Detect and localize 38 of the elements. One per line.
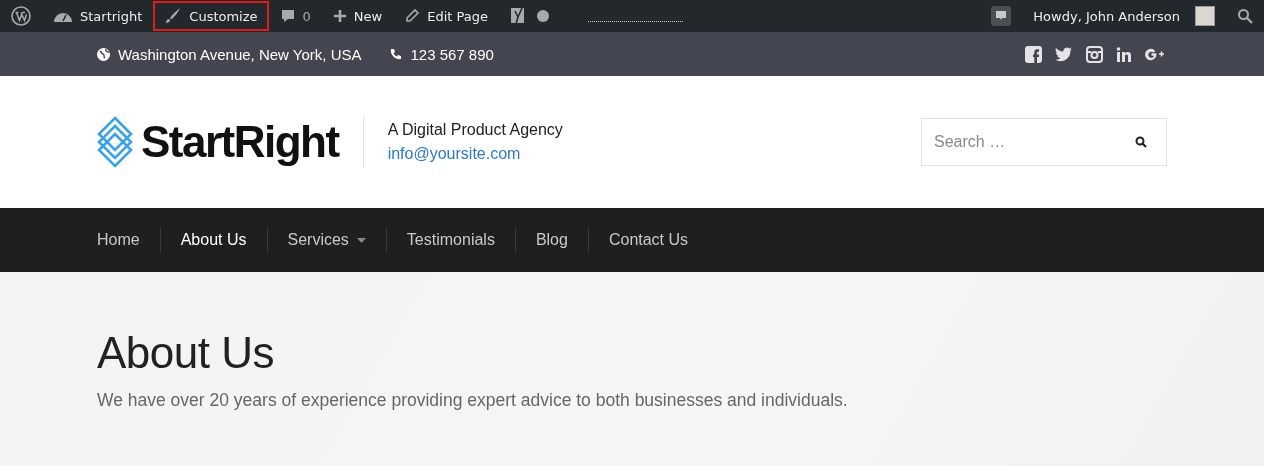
comment-icon	[279, 8, 296, 24]
search-icon[interactable]	[1237, 8, 1253, 24]
caret-icon[interactable]	[356, 237, 366, 243]
nav-link[interactable]: Testimonials	[385, 227, 515, 253]
twitter-bird-icon[interactable]	[1055, 46, 1073, 62]
menu-label[interactable]: Startright	[80, 8, 143, 24]
search-field[interactable]: Search …	[921, 118, 1167, 166]
nav-link[interactable]: Blog	[514, 227, 588, 253]
diamond-logo-icon	[97, 116, 133, 168]
linkedin-icon[interactable]	[1116, 46, 1132, 62]
phone-icon	[389, 47, 403, 61]
phone-number: 123 567 890	[410, 45, 494, 63]
address-text: Washington Avenue, New York, USA	[118, 45, 362, 63]
nav-link[interactable]: Contact Us	[587, 227, 709, 253]
notification-icon[interactable]	[991, 6, 1012, 26]
globe-icon	[97, 47, 110, 61]
customize-link[interactable]: Customize	[153, 1, 269, 31]
google-plus-icon[interactable]	[1145, 46, 1165, 62]
instagram-icon[interactable]	[1086, 45, 1103, 63]
page-title: About Us	[97, 328, 275, 378]
account-greeting[interactable]: Howdy, John Anderson	[1033, 8, 1180, 24]
plus-icon	[332, 9, 347, 23]
nav-link[interactable]: Home	[97, 227, 160, 253]
site-logo-text[interactable]: StartRight	[141, 117, 339, 167]
search-icon[interactable]	[1135, 136, 1147, 148]
facebook-icon[interactable]	[1025, 45, 1042, 63]
menu-label[interactable]: New	[353, 8, 383, 24]
wordpress-logo-icon[interactable]	[11, 6, 31, 26]
pencil-icon	[404, 8, 421, 24]
comment-count[interactable]: 0	[302, 8, 311, 24]
nav-link[interactable]: Services	[266, 227, 386, 253]
page-intro: We have over 20 years of experience providing expert advice to both businesses and individuals.	[97, 390, 849, 411]
menu-label[interactable]: Edit Page	[427, 8, 488, 24]
tagline: A Digital Product Agency	[387, 121, 563, 139]
brush-icon	[164, 7, 183, 25]
nav-link[interactable]: About Us	[159, 227, 267, 253]
email-link[interactable]: info@yoursite.com	[387, 145, 563, 163]
status-dot	[537, 10, 549, 22]
